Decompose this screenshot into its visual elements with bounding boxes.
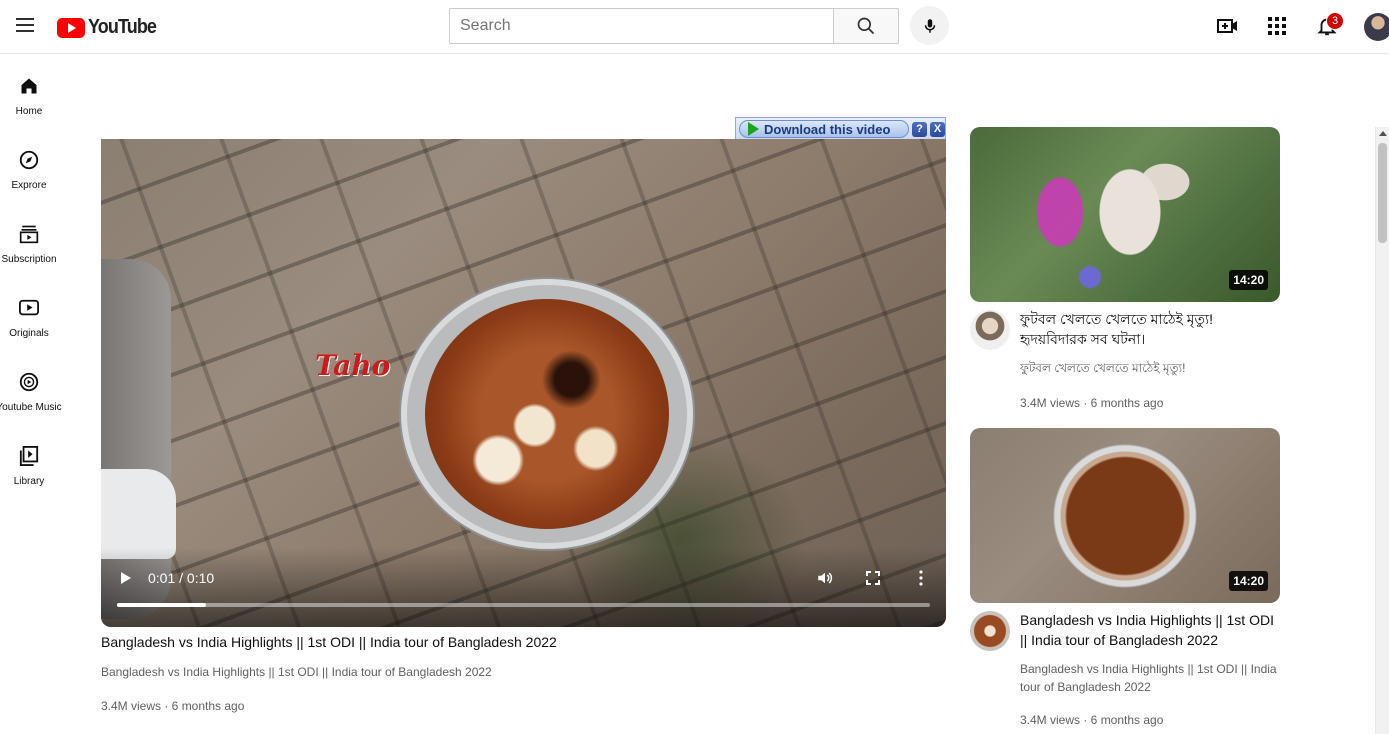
progress-fill (117, 603, 207, 607)
search-input[interactable] (449, 8, 834, 44)
recommendation-meta: 3.4M views · 6 months ago (1020, 713, 1164, 727)
play-button[interactable] (120, 571, 132, 585)
search-icon (857, 17, 875, 35)
scrollbar-thumb[interactable] (1378, 143, 1387, 243)
video-meta: 3.4M views · 6 months ago (101, 699, 245, 713)
recommendation-title[interactable]: Bangladesh vs India Highlights || 1st OD… (1020, 610, 1280, 650)
create-video-icon (1217, 19, 1237, 33)
youtube-logo[interactable]: YouTube (57, 16, 164, 39)
sidebar-item-originals[interactable]: Originals (0, 276, 58, 340)
video-frame-cup (401, 279, 693, 549)
sidebar-item-label: Subscription (1, 254, 57, 265)
music-icon (17, 370, 41, 394)
recommendation-thumbnail[interactable]: 14:20 (970, 428, 1280, 603)
recommendation-item[interactable]: 14:20 ফুটবল খেলতে খেলতে মাঠেই মৃত্যু! হৃ… (970, 127, 1280, 410)
sidebar-item-explore[interactable]: Exprore (0, 128, 58, 192)
top-bar: YouTube 3 (0, 0, 1389, 54)
fullscreen-icon (866, 571, 880, 585)
sidebar-item-youtube-music[interactable]: Youtube Music (0, 350, 62, 414)
scrollbar[interactable] (1375, 127, 1389, 734)
download-label: Download this video (764, 121, 891, 137)
sidebar-item-library[interactable]: Library (0, 424, 58, 488)
create-video-button[interactable] (1216, 14, 1240, 38)
play-arrow-icon (748, 122, 759, 136)
menu-icon[interactable] (16, 18, 34, 32)
close-download-button[interactable]: X (930, 121, 945, 137)
duration-badge: 14:20 (1229, 571, 1268, 591)
logo-text: YouTube (88, 16, 157, 38)
play-icon (121, 572, 131, 584)
download-toolbar: Download this video ? X (735, 117, 946, 141)
user-avatar[interactable] (1364, 13, 1389, 41)
progress-bar[interactable] (117, 603, 930, 607)
voice-search-button[interactable] (910, 6, 949, 45)
recommendation-title[interactable]: ফুটবল খেলতে খেলতে মাঠেই মৃত্যু! হৃদয়বিদ… (1020, 309, 1280, 349)
recommendation-description: Bangladesh vs India Highlights || 1st OD… (1020, 662, 1277, 694)
apps-grid-icon (1268, 17, 1286, 35)
library-icon (17, 444, 41, 468)
time-display: 0:01 / 0:10 (148, 570, 215, 586)
sidebar-item-home[interactable]: Home (0, 54, 58, 118)
apps-button[interactable] (1265, 14, 1289, 38)
youtube-play-icon (57, 17, 85, 38)
recommendation-description: ফুটবল খেলতে খেলতে মাঠেই মৃত্যু! (1020, 361, 1186, 375)
video-frame-shoe (101, 469, 176, 559)
recommendation-item[interactable]: 14:20 Bangladesh vs India Highlights || … (970, 428, 1280, 727)
volume-icon (818, 572, 833, 584)
recommendation-thumbnail[interactable]: 14:20 (970, 127, 1280, 302)
more-vert-icon (919, 570, 923, 586)
video-player[interactable]: Taho 0:01 / 0:10 (101, 139, 946, 627)
originals-icon (17, 296, 41, 320)
channel-avatar[interactable] (970, 611, 1010, 651)
compass-icon (17, 148, 41, 172)
scroll-up-arrow-icon[interactable] (1379, 131, 1387, 136)
search-button[interactable] (833, 8, 899, 44)
sidebar-item-label: Youtube Music (0, 402, 62, 413)
fullscreen-button[interactable] (864, 569, 882, 587)
microphone-icon (924, 18, 935, 33)
volume-button[interactable] (816, 569, 834, 587)
subscriptions-icon (17, 222, 41, 246)
recommendation-meta: 3.4M views · 6 months ago (1020, 396, 1164, 410)
notification-count-badge: 3 (1326, 12, 1344, 30)
sidebar-item-subscription[interactable]: Subscription (0, 202, 58, 266)
controls-gradient (101, 547, 946, 627)
more-options-button[interactable] (912, 569, 930, 587)
video-description: Bangladesh vs India Highlights || 1st OD… (101, 665, 492, 679)
sidebar-item-label: Home (15, 106, 43, 117)
video-title: Bangladesh vs India Highlights || 1st OD… (101, 634, 557, 650)
channel-avatar[interactable] (970, 310, 1010, 350)
sidebar-item-label: Originals (9, 328, 49, 339)
home-icon (17, 74, 41, 98)
sidebar-item-label: Exprore (11, 180, 47, 191)
sidebar-item-label: Library (13, 476, 45, 487)
help-button[interactable]: ? (912, 121, 927, 137)
duration-badge: 14:20 (1229, 270, 1268, 290)
download-video-button[interactable]: Download this video (739, 120, 909, 138)
video-watermark: Taho (315, 349, 391, 382)
